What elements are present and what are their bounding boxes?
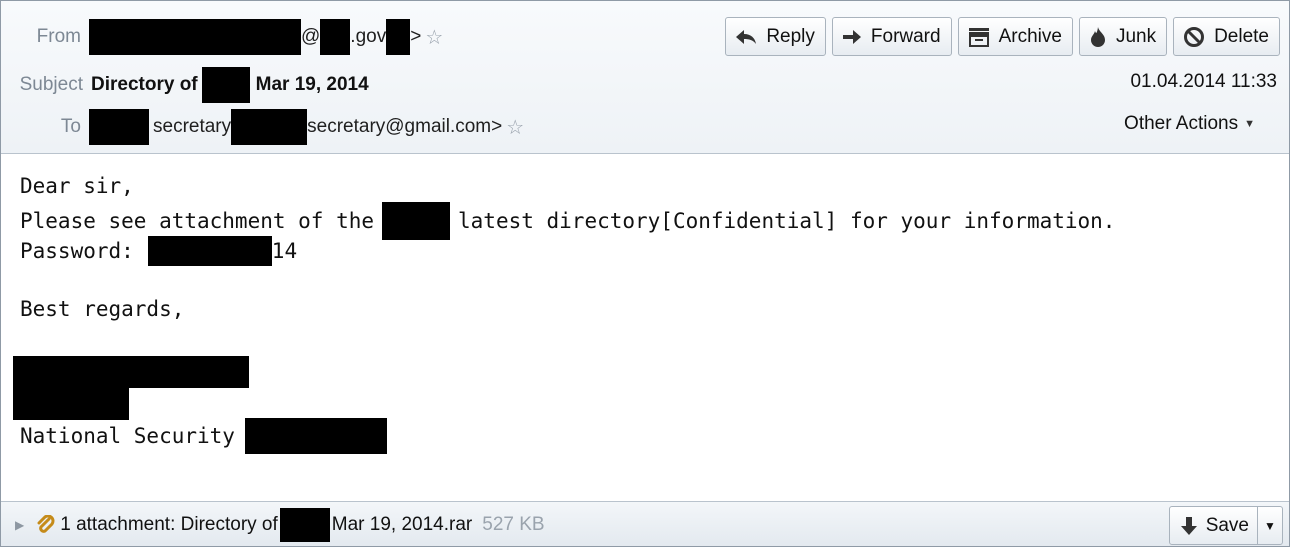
- to-name: secretary: [153, 116, 232, 137]
- to-label: To: [60, 116, 81, 137]
- body-line: Please see attachment of the latest dire…: [20, 202, 1115, 240]
- body-text: Please see attachment of the: [20, 209, 375, 233]
- regards-line: Best regards,: [20, 297, 185, 321]
- from-domain: .gov: [350, 26, 387, 47]
- delete-label: Delete: [1214, 25, 1269, 47]
- archive-button[interactable]: Archive: [957, 17, 1073, 56]
- to-address[interactable]: secretary secretary@gmail.com>: [89, 109, 502, 145]
- password-label: Password:: [20, 239, 134, 263]
- attachment-label[interactable]: 1 attachment: Directory of Mar 19, 2014.…: [60, 507, 473, 542]
- message-body: Dear sir, Please see attachment of the l…: [1, 154, 1289, 501]
- delete-icon: [1183, 26, 1205, 48]
- archive-label: Archive: [998, 25, 1062, 47]
- redaction: [244, 418, 387, 454]
- star-icon[interactable]: ☆: [425, 25, 443, 50]
- attachment-text: 1 attachment: Directory of: [60, 513, 278, 535]
- save-button-group: Save ▼: [1168, 506, 1283, 545]
- signature-text: National Security: [20, 424, 235, 448]
- forward-label: Forward: [870, 25, 941, 47]
- save-dropdown-button[interactable]: ▼: [1257, 507, 1282, 544]
- download-arrow-icon: [1180, 516, 1197, 535]
- to-row: To secretary secretary@gmail.com> ☆: [1, 109, 524, 145]
- message-date: 01.04.2014 11:33: [1130, 71, 1277, 92]
- message-toolbar: Reply Forward Archive Junk Delete: [725, 17, 1280, 56]
- signature-line: National Security: [20, 418, 387, 454]
- subject-suffix: Mar 19, 2014: [255, 74, 369, 95]
- attachment-filename: Mar 19, 2014.rar: [331, 513, 473, 535]
- paperclip-icon: [36, 514, 56, 535]
- subject-label: Subject: [19, 74, 83, 95]
- redaction: [231, 109, 308, 145]
- redaction: [147, 236, 272, 266]
- from-address[interactable]: @ .gov >: [89, 19, 421, 55]
- reply-icon: [735, 28, 757, 46]
- to-email: secretary@gmail.com>: [307, 116, 503, 137]
- message-header: From @ .gov > ☆ Subject Directory of Mar…: [1, 1, 1289, 154]
- redaction: [13, 386, 129, 420]
- archive-icon: [968, 27, 990, 47]
- forward-icon: [842, 29, 862, 45]
- redaction: [279, 507, 330, 542]
- redaction: [13, 356, 249, 388]
- redaction: [320, 19, 351, 55]
- star-icon[interactable]: ☆: [506, 115, 524, 140]
- from-label: From: [36, 26, 81, 47]
- chevron-down-icon: ▼: [1264, 518, 1276, 533]
- password-end: 14: [271, 239, 298, 263]
- junk-icon: [1089, 26, 1107, 48]
- chevron-down-icon: ▼: [1244, 118, 1255, 130]
- reply-label: Reply: [766, 25, 815, 47]
- delete-button[interactable]: Delete: [1173, 17, 1280, 56]
- reply-button[interactable]: Reply: [725, 17, 826, 56]
- subject-prefix: Directory of: [91, 74, 198, 95]
- save-button[interactable]: Save: [1170, 507, 1257, 544]
- redaction: [89, 19, 301, 55]
- expand-arrow-icon[interactable]: ▶: [15, 518, 24, 532]
- email-window: From @ .gov > ☆ Subject Directory of Mar…: [0, 0, 1290, 547]
- from-at: @: [301, 26, 321, 47]
- from-end: >: [410, 26, 422, 47]
- redaction: [382, 202, 451, 240]
- junk-label: Junk: [1115, 25, 1157, 47]
- body-text: latest directory[Confidential] for your …: [458, 209, 1116, 233]
- redaction: [386, 19, 411, 55]
- from-row: From @ .gov > ☆: [1, 19, 443, 55]
- other-actions-label: Other Actions: [1124, 113, 1239, 134]
- junk-button[interactable]: Junk: [1078, 17, 1168, 56]
- forward-button[interactable]: Forward: [831, 17, 952, 56]
- redaction: [201, 67, 250, 103]
- redaction: [89, 109, 149, 145]
- subject-row: Subject Directory of Mar 19, 2014: [1, 67, 369, 103]
- other-actions-menu[interactable]: Other Actions ▼: [1124, 113, 1255, 135]
- attachment-size: 527 KB: [482, 513, 545, 535]
- password-line: Password: 14: [20, 236, 297, 266]
- save-label: Save: [1205, 514, 1249, 536]
- attachment-bar: ▶ 1 attachment: Directory of Mar 19, 201…: [1, 501, 1289, 546]
- greeting-line: Dear sir,: [20, 174, 134, 198]
